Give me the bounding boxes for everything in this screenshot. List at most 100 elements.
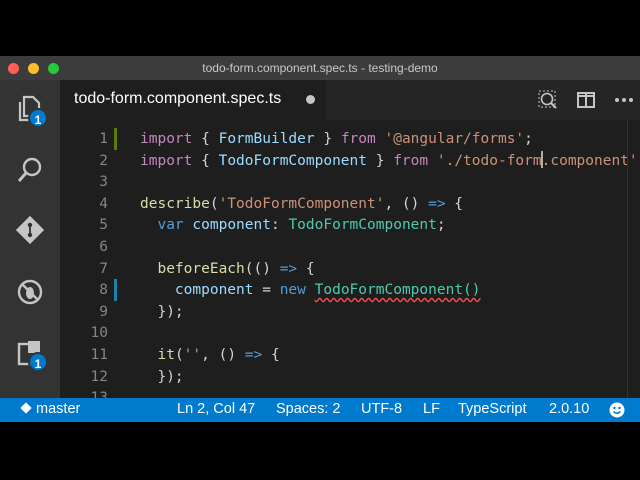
code-editor[interactable]: 1 import { FormBuilder } from '@angular/f…: [60, 120, 640, 406]
line-content: describe('TodoFormComponent', () => {: [140, 193, 463, 215]
code-line[interactable]: 1 import { FormBuilder } from '@angular/f…: [60, 128, 640, 150]
source-control-button[interactable]: [0, 210, 60, 250]
more-actions-icon[interactable]: [614, 90, 634, 110]
code-token: =: [253, 282, 280, 299]
code-token: it: [157, 347, 175, 363]
code-line[interactable]: 9 });: [60, 301, 640, 323]
line-number: 10: [90, 325, 108, 342]
code-token: {: [445, 195, 464, 212]
code-token: var: [157, 217, 184, 234]
branch-indicator[interactable]: master: [20, 401, 80, 417]
tab-todo-form-spec[interactable]: todo-form.component.spec.ts: [60, 80, 326, 120]
change-marker: [114, 279, 117, 302]
overview-ruler[interactable]: [627, 120, 640, 398]
line-number: 1: [99, 131, 108, 147]
status-bar: master Ln 2, Col 47 Spaces: 2 UTF-8 LF T…: [0, 398, 640, 422]
line-number: 3: [99, 174, 108, 191]
code-token: new: [279, 282, 306, 299]
window-title: todo-form.component.spec.ts - testing-de…: [202, 61, 438, 75]
code-token: import: [140, 152, 193, 169]
line-number: 5: [99, 217, 108, 234]
code-token: , (): [201, 347, 245, 363]
code-token: (: [209, 195, 219, 212]
encoding-setting[interactable]: UTF-8: [361, 401, 402, 417]
code-line[interactable]: 5 var component: TodoFormComponent;: [60, 214, 640, 236]
code-token: './todo-form: [436, 152, 542, 169]
line-content: component = new TodoFormComponent(): [140, 279, 481, 301]
tab-label: todo-form.component.spec.ts: [74, 90, 282, 107]
extensions-button[interactable]: 1: [0, 332, 60, 372]
search-button[interactable]: [0, 150, 60, 190]
code-line[interactable]: 11 it('', () => {: [60, 344, 640, 366]
split-editor-icon[interactable]: [576, 90, 596, 110]
change-marker: [114, 128, 117, 150]
code-token: {: [262, 347, 280, 363]
typescript-version[interactable]: 2.0.10: [549, 401, 589, 417]
line-number: 4: [99, 195, 108, 212]
line-number: 2: [99, 152, 108, 169]
code-token: FormBuilder: [218, 131, 315, 147]
code-token: =>: [279, 260, 298, 277]
code-line[interactable]: 2 import { TodoFormComponent } from './to…: [60, 150, 640, 172]
code-line[interactable]: 10: [60, 322, 640, 344]
code-token: .component': [541, 152, 638, 169]
code-token: =>: [244, 347, 263, 363]
line-content: import { TodoFormComponent } from './tod…: [140, 150, 640, 172]
branch-icon: [20, 402, 32, 414]
line-number: 6: [99, 239, 108, 255]
code-token: '': [183, 347, 202, 363]
code-token: :: [270, 217, 289, 234]
line-number: 12: [90, 368, 108, 385]
code-token: TodoFormComponent: [288, 217, 437, 234]
explorer-badge: 1: [28, 108, 48, 128]
cursor-position[interactable]: Ln 2, Col 47: [177, 401, 255, 417]
code-token: component: [192, 217, 271, 234]
indentation-setting[interactable]: Spaces: 2: [276, 401, 341, 417]
code-token: ((): [244, 260, 280, 277]
extensions-badge: 1: [28, 352, 48, 372]
unsaved-dot-icon[interactable]: [306, 95, 315, 104]
code-line[interactable]: 3: [60, 171, 640, 193]
code-line[interactable]: 4 describe('TodoFormComponent', () => {: [60, 193, 640, 215]
eol-setting[interactable]: LF: [423, 401, 440, 417]
code-token: , (): [384, 195, 429, 212]
code-token: {: [192, 152, 219, 169]
code-line[interactable]: 6: [60, 236, 640, 258]
line-number: 11: [90, 347, 108, 363]
code-token: ;: [436, 217, 446, 234]
language-mode[interactable]: TypeScript: [458, 401, 527, 417]
code-token: {: [297, 260, 315, 277]
editor-tab-bar: todo-form.component.spec.ts: [60, 80, 640, 120]
code-token: beforeEach: [157, 260, 245, 277]
activity-bar: 1 1: [0, 80, 60, 398]
explorer-button[interactable]: 1: [0, 88, 60, 128]
open-changes-icon[interactable]: [538, 90, 558, 110]
code-token: (: [174, 347, 184, 363]
line-number: 8: [99, 282, 108, 299]
line-content: });: [140, 366, 183, 388]
code-token: component: [174, 282, 254, 299]
code-token: });: [140, 303, 184, 320]
line-content: beforeEach(() => {: [140, 258, 315, 280]
code-token: 'TodoFormComponent': [218, 195, 385, 212]
title-bar: todo-form.component.spec.ts - testing-de…: [0, 56, 640, 80]
code-token: from: [393, 152, 429, 169]
code-line[interactable]: 7 beforeEach(() => {: [60, 258, 640, 280]
code-token: TodoFormComponent: [218, 152, 367, 169]
code-token: ;: [524, 131, 533, 147]
code-token: '@angular/forms': [384, 131, 525, 147]
smiley-icon[interactable]: [609, 402, 625, 418]
line-content: var component: TodoFormComponent;: [140, 214, 446, 236]
code-token: =>: [428, 195, 446, 212]
debug-icon: [17, 279, 43, 305]
code-line[interactable]: 12 });: [60, 366, 640, 388]
code-token: import: [140, 131, 193, 147]
code-line[interactable]: 8 component = new TodoFormComponent(): [60, 279, 640, 302]
debug-button[interactable]: [0, 272, 60, 312]
